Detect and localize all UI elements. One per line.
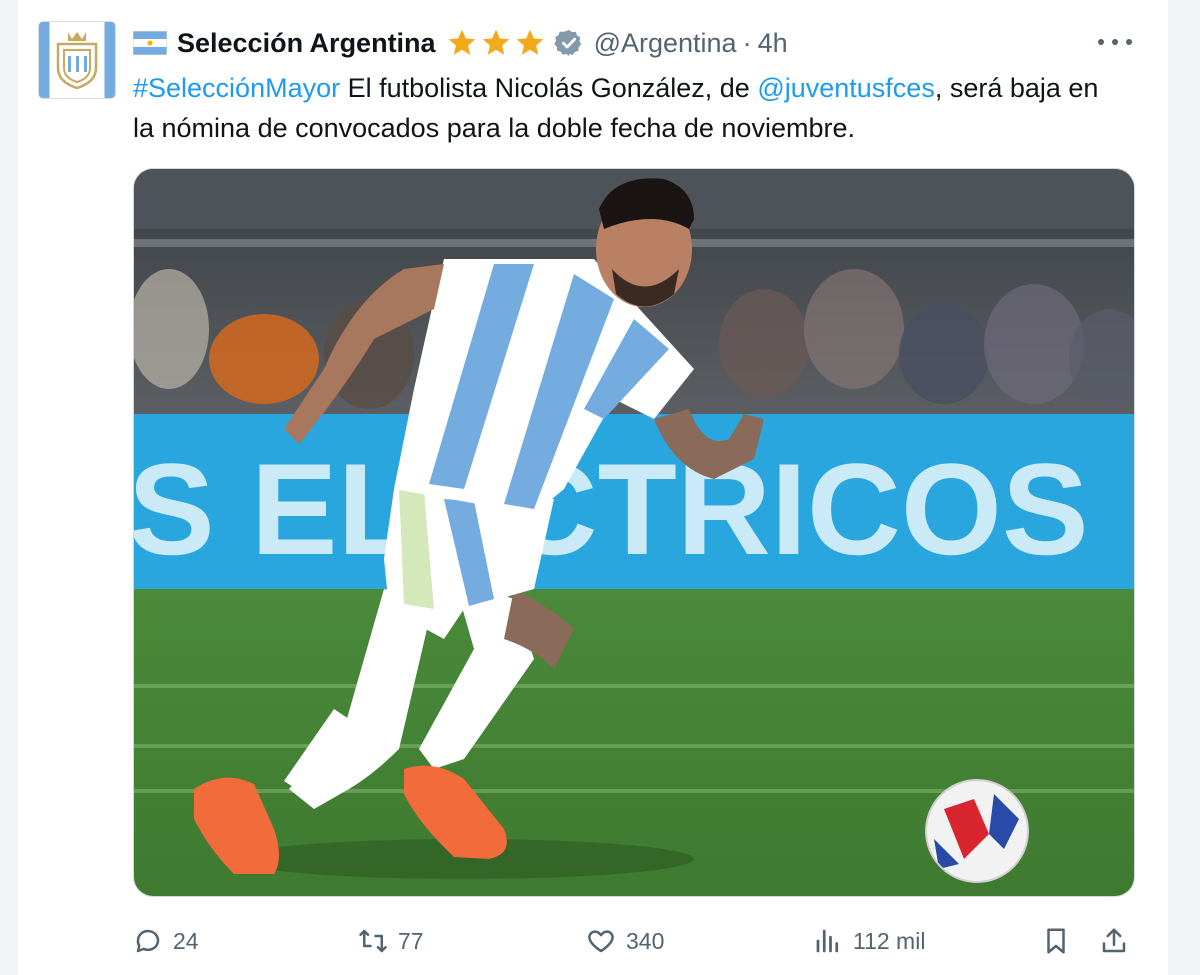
action-bar: 24 77 340 112 mil bbox=[133, 920, 1133, 962]
hashtag-link[interactable]: #SelecciónMayor bbox=[133, 73, 340, 103]
retweet-button[interactable]: 77 bbox=[358, 920, 424, 962]
tweet-text: #SelecciónMayor El futbolista Nicolás Go… bbox=[133, 68, 1123, 148]
tweet-text-part1: El futbolista Nicolás González, de bbox=[340, 73, 758, 103]
star-badges bbox=[446, 27, 546, 59]
reply-count: 24 bbox=[173, 927, 199, 954]
separator: · bbox=[742, 27, 752, 58]
soccer-player-photo: S ELECTRICOS bbox=[134, 169, 1134, 896]
verified-badge-icon[interactable] bbox=[553, 28, 584, 58]
tweet-photo[interactable]: S ELECTRICOS bbox=[133, 168, 1135, 897]
share-button[interactable] bbox=[1099, 920, 1139, 962]
retweet-icon bbox=[359, 929, 387, 953]
reply-button[interactable]: 24 bbox=[133, 920, 199, 962]
retweet-count: 77 bbox=[398, 927, 424, 954]
views-chart-icon bbox=[816, 929, 839, 953]
display-name[interactable]: Selección Argentina bbox=[177, 28, 436, 59]
views-count: 112 mil bbox=[853, 927, 926, 954]
like-count: 340 bbox=[626, 927, 665, 954]
views-button[interactable]: 112 mil bbox=[813, 920, 925, 962]
bookmark-icon bbox=[1047, 928, 1065, 954]
more-options-icon[interactable] bbox=[1098, 30, 1132, 54]
avatar[interactable] bbox=[39, 22, 115, 98]
star-icon bbox=[448, 29, 475, 55]
share-icon bbox=[1102, 928, 1126, 953]
heart-icon bbox=[588, 930, 614, 953]
mention-link[interactable]: @juventusfces bbox=[757, 73, 935, 103]
afa-crest-icon bbox=[56, 32, 98, 90]
star-icon bbox=[482, 29, 509, 55]
tweet-header: Selección Argentina @Argentina · 4h bbox=[133, 24, 788, 62]
handle[interactable]: @Argentina bbox=[594, 28, 737, 59]
bookmark-button[interactable] bbox=[1041, 920, 1081, 962]
banner-text: S ELECTRICOS bbox=[134, 436, 1089, 582]
timestamp[interactable]: 4h bbox=[758, 28, 788, 59]
argentina-flag-icon bbox=[133, 31, 167, 55]
star-icon bbox=[516, 29, 543, 55]
reply-icon bbox=[136, 929, 160, 953]
like-button[interactable]: 340 bbox=[586, 920, 664, 962]
